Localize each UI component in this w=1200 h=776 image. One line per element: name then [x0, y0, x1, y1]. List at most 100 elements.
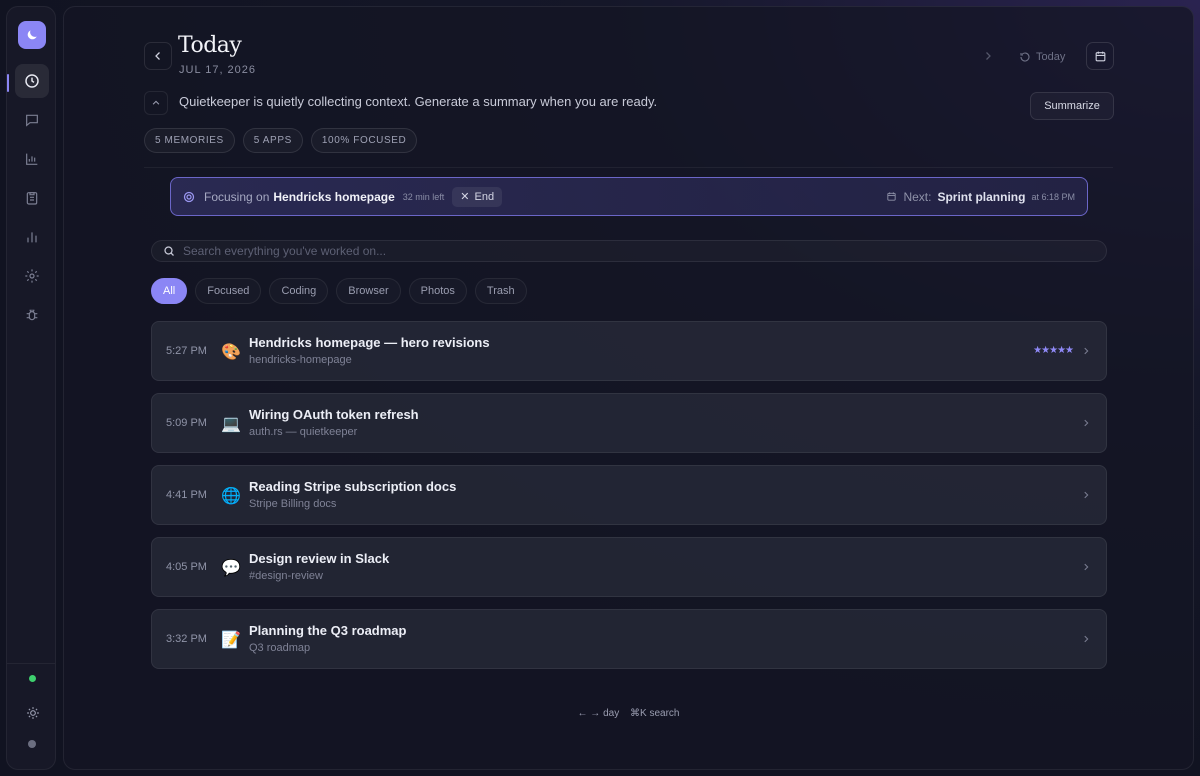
- bug-icon: [26, 309, 38, 321]
- apps-chip: 5 APPS: [242, 128, 303, 153]
- stats-icon: [27, 232, 37, 243]
- sidebar-item-stats[interactable]: [15, 220, 49, 254]
- end-label: End: [474, 190, 495, 203]
- memory-subtitle: Q3 roadmap: [249, 642, 311, 654]
- palette-icon: 🎨: [221, 344, 241, 361]
- calendar-button[interactable]: [1086, 42, 1114, 70]
- search-input[interactable]: [183, 244, 1106, 258]
- header-divider: [144, 167, 1113, 168]
- filter-tabs: All Focused Coding Browser Photos Trash: [151, 278, 527, 304]
- memory-time: 3:32 PM: [166, 633, 207, 645]
- collapse-summary-button[interactable]: [144, 91, 168, 115]
- main-panel: Today JUL 17, 2026 Today Quietkeeper is …: [63, 6, 1194, 770]
- chevron-left-icon: [155, 52, 160, 60]
- memory-subtitle: #design-review: [249, 570, 323, 582]
- theme-toggle-button[interactable]: [24, 704, 42, 722]
- profile-dot[interactable]: [28, 740, 36, 748]
- memory-title: Design review in Slack: [249, 551, 390, 566]
- memory-row[interactable]: 5:09 PM 💻 Wiring OAuth token refresh aut…: [151, 393, 1107, 453]
- search-hint: ⌘K search: [630, 708, 680, 719]
- bar-chart-icon: [26, 153, 38, 165]
- focused-chip: 100% FOCUSED: [310, 128, 418, 153]
- globe-icon: 🌐: [221, 488, 241, 505]
- chevron-right-icon: [1084, 563, 1089, 571]
- sidebar-item-insights[interactable]: [15, 142, 49, 176]
- memory-title: Wiring OAuth token refresh: [249, 407, 419, 422]
- laptop-icon: 💻: [221, 416, 241, 433]
- filter-trash[interactable]: Trash: [474, 278, 527, 304]
- memory-subtitle: auth.rs — quietkeeper: [249, 426, 358, 438]
- chevron-up-icon: [152, 100, 160, 105]
- moon-icon: [27, 30, 37, 40]
- focus-prefix: Focusing on: [204, 189, 270, 204]
- stat-chips: 5 MEMORIES 5 APPS 100% FOCUSED: [144, 128, 418, 153]
- clipboard-icon: [26, 192, 38, 205]
- next-day-button[interactable]: [979, 46, 997, 66]
- sidebar-item-debug[interactable]: [15, 298, 49, 332]
- memory-time: 4:41 PM: [166, 489, 207, 501]
- memory-time: 4:05 PM: [166, 561, 207, 573]
- sidebar-item-settings[interactable]: [15, 259, 49, 293]
- chevron-right-icon: [1084, 347, 1089, 355]
- memory-row[interactable]: 4:41 PM 🌐 Reading Stripe subscription do…: [151, 465, 1107, 525]
- chevron-right-icon: [1084, 419, 1089, 427]
- memory-title: Planning the Q3 roadmap: [249, 623, 407, 638]
- chevron-right-icon: [986, 52, 991, 60]
- day-hint: ← → day: [577, 708, 620, 719]
- sidebar: [6, 6, 56, 770]
- memory-row[interactable]: 3:32 PM 📝 Planning the Q3 roadmap Q3 roa…: [151, 609, 1107, 669]
- rating-stars: ★★★★★: [1033, 345, 1074, 356]
- chevron-right-icon: [1084, 635, 1089, 643]
- sidebar-item-tasks[interactable]: [15, 181, 49, 215]
- calendar-icon: [1095, 51, 1105, 61]
- summarize-button[interactable]: Summarize: [1030, 92, 1114, 120]
- page-title: Today: [178, 33, 242, 58]
- memory-title: Reading Stripe subscription docs: [249, 479, 457, 494]
- page-date: JUL 17, 2026: [179, 64, 257, 76]
- end-focus-button[interactable]: ✕ End: [452, 186, 503, 207]
- target-icon: [183, 191, 195, 202]
- today-label: Today: [1036, 51, 1066, 63]
- focus-banner: Focusing on Hendricks homepage 32 min le…: [170, 177, 1088, 216]
- memory-title: Hendricks homepage — hero revisions: [249, 335, 490, 350]
- memory-row[interactable]: 5:27 PM 🎨 Hendricks homepage — hero revi…: [151, 321, 1107, 381]
- sun-icon: [27, 707, 39, 719]
- memory-list: 5:27 PM 🎨 Hendricks homepage — hero revi…: [151, 321, 1107, 681]
- status-indicator: [29, 675, 36, 682]
- search-bar: [151, 240, 1107, 262]
- close-icon: ✕: [460, 191, 470, 203]
- today-button[interactable]: Today: [1019, 47, 1065, 67]
- filter-photos[interactable]: Photos: [408, 278, 467, 304]
- filter-focused[interactable]: Focused: [195, 278, 262, 304]
- previous-day-button[interactable]: [144, 42, 172, 70]
- memory-time: 5:09 PM: [166, 417, 207, 429]
- active-nav-indicator: [7, 74, 9, 92]
- clock-icon: [25, 74, 39, 88]
- focus-time-left: 32 min left: [402, 191, 445, 202]
- next-label: Next:: [903, 189, 932, 204]
- sidebar-item-chat[interactable]: [15, 103, 49, 137]
- sidebar-divider: [7, 663, 55, 664]
- chevron-right-icon: [1084, 491, 1089, 499]
- next-task: Sprint planning: [937, 189, 1026, 204]
- next-up[interactable]: Next: Sprint planning at 6:18 PM: [886, 190, 1075, 204]
- memory-row[interactable]: 4:05 PM 💬 Design review in Slack #design…: [151, 537, 1107, 597]
- gear-icon: [25, 269, 39, 283]
- app-logo[interactable]: [18, 21, 46, 49]
- keyboard-hints: ← → day ⌘K search: [64, 708, 1193, 719]
- memory-subtitle: Stripe Billing docs: [249, 498, 337, 510]
- search-icon: [164, 246, 174, 256]
- filter-browser[interactable]: Browser: [336, 278, 401, 304]
- app-window: Today JUL 17, 2026 Today Quietkeeper is …: [0, 0, 1200, 776]
- focus-task: Hendricks homepage: [273, 189, 395, 204]
- memories-chip: 5 MEMORIES: [144, 128, 235, 153]
- summary-text: Quietkeeper is quietly collecting contex…: [179, 94, 658, 109]
- history-icon: [1020, 52, 1030, 62]
- filter-all[interactable]: All: [151, 278, 188, 304]
- filter-coding[interactable]: Coding: [269, 278, 329, 304]
- memory-time: 5:27 PM: [166, 345, 207, 357]
- next-time: at 6:18 PM: [1031, 191, 1075, 202]
- sidebar-item-timeline[interactable]: [15, 64, 49, 98]
- memo-icon: 📝: [221, 632, 241, 649]
- calendar-small-icon: [887, 192, 897, 201]
